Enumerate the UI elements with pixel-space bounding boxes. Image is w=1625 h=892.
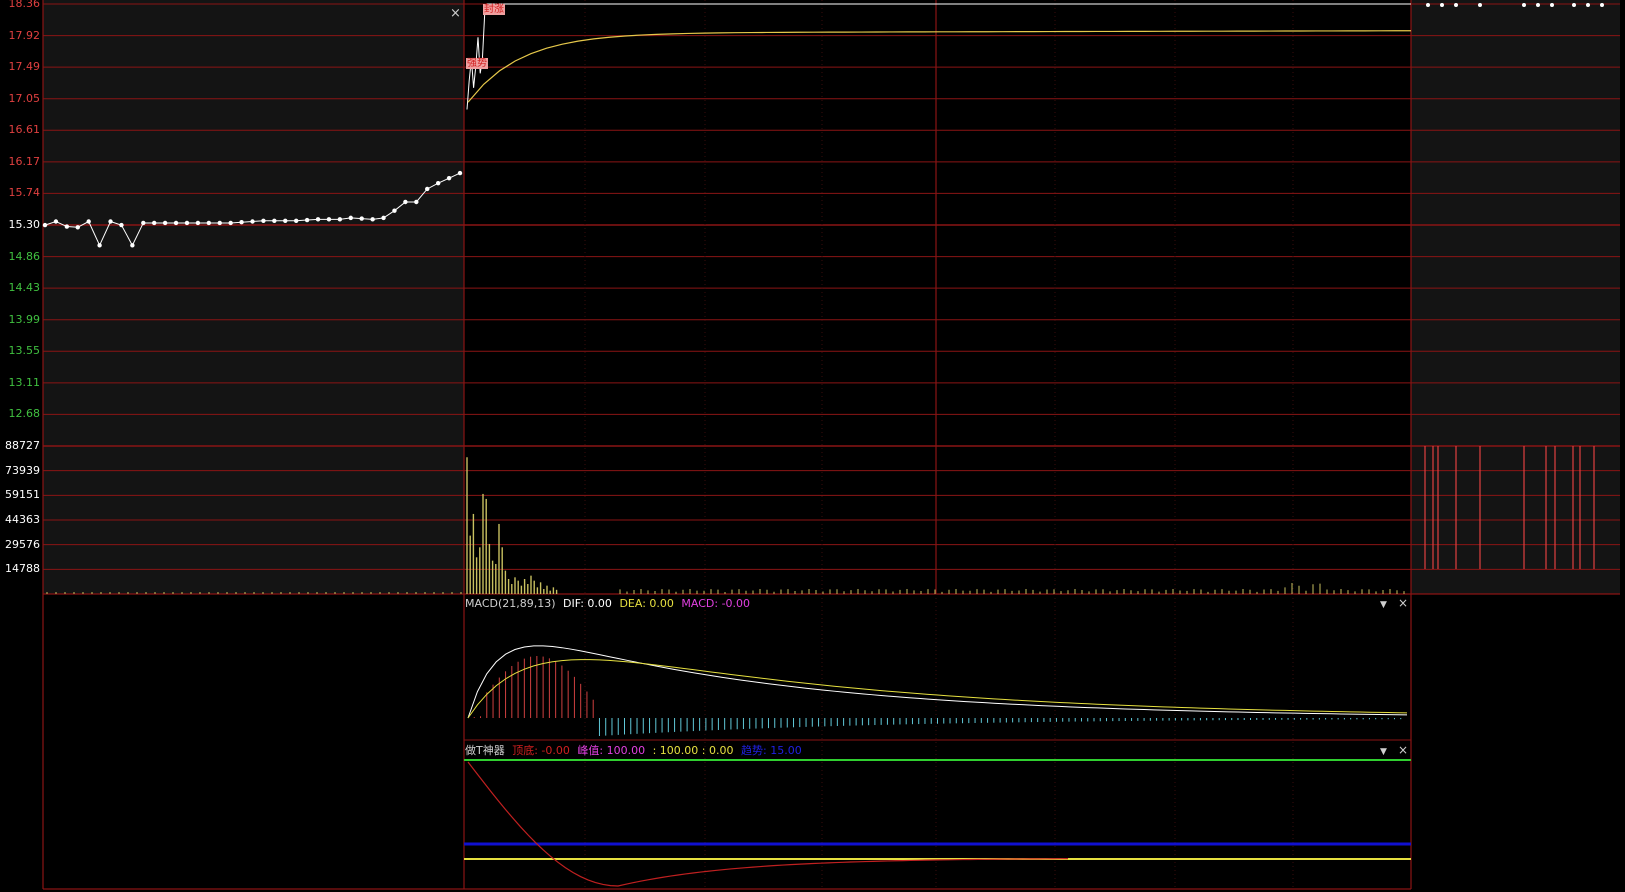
price-point [119,222,124,228]
price-point [392,208,397,213]
next-day-price-point [1426,3,1430,7]
price-point [293,218,299,223]
price-point [446,175,452,181]
price-chart-close-button[interactable]: × [450,7,461,20]
price-axis-label: 17.49 [8,60,41,74]
t-panel-header: 做T神器 顶底: -0.00 峰值: 100.00 : 100.00 : 0.0… [465,744,806,757]
next-day-price-point [1440,3,1444,7]
t-line-value: 趋势: 15.00 [741,744,802,757]
price-axis-label: 13.11 [8,375,41,389]
price-axis-label: 14.43 [8,281,41,295]
next-day-price-point [1454,3,1458,7]
price-point [457,170,463,176]
volume-axis-label: 59151 [5,488,40,502]
price-point [381,215,386,221]
price-point [239,220,244,225]
price-point [141,220,146,226]
t-red-curve [467,761,1069,887]
price-point [425,186,430,192]
limit-up-tag: 封涨 [483,4,505,15]
volume-axis-label: 44363 [5,513,40,526]
price-point [206,220,212,226]
price-point [42,222,48,228]
macd-indicator-name[interactable]: MACD(21,89,13) [465,597,556,610]
dea-line [467,659,1408,719]
price-point [315,217,321,222]
price-point [195,220,201,226]
price-axis-label: 18.36 [8,0,41,10]
dif-line [467,645,1408,719]
price-point [337,217,343,222]
price-point [261,218,266,223]
price-point [75,225,80,230]
intraday-chart-window: 18.36 17.92 17.49 17.05 16.61 16.17 15.74 15.30… [0,0,1625,892]
next-day-price-point [1478,3,1482,7]
price-axis-label: 12.68 [8,407,41,421]
price-point [53,219,59,224]
price-axis-label: 13.55 [8,344,41,358]
average-price-line [467,30,1412,103]
price-point [228,220,233,226]
macd-macd-value: MACD: -0.00 [681,597,751,610]
price-point [130,243,135,248]
price-point [304,217,310,223]
next-day-background [1411,0,1620,594]
macd-panel-header: MACD(21,89,13) DIF: 0.00 DEA: 0.00 MACD:… [465,597,754,610]
price-point [86,219,91,224]
macd-close-button[interactable]: × [1398,597,1408,609]
volume-axis-label: 29576 [5,537,40,551]
price-point [217,220,222,226]
price-point [435,181,441,186]
price-axis-label: 16.61 [8,123,41,137]
t-peak-value: 峰值: 100.00 [577,744,646,757]
t-indicator-name[interactable]: 做T神器 [465,744,505,757]
t-panel-close-button[interactable]: × [1398,744,1408,756]
price-point [348,215,353,221]
next-day-price-point [1600,3,1604,7]
next-day-price-point [1572,3,1576,7]
next-day-price-point [1522,3,1526,7]
volume-axis-label: 73939 [5,463,40,477]
price-point [184,220,190,226]
price-point [173,220,179,226]
chart-canvas [42,0,1620,890]
price-axis-label: 13.99 [8,312,41,326]
prev-day-background [43,0,464,594]
price-point [370,217,375,222]
t-bottom-value: 顶底: -0.00 [512,744,570,757]
t-values: : 100.00 : 0.00 [652,744,734,757]
next-day-price-point [1550,3,1554,7]
price-point [250,219,255,224]
price-axis-label: 16.17 [8,154,41,168]
price-point [152,220,157,226]
next-day-price-point [1536,3,1540,7]
macd-dif-value: DIF: 0.00 [563,597,612,610]
price-axis-label: 17.05 [8,91,41,105]
volume-axis-label: 14788 [5,562,40,576]
volume-axis-label: 88727 [5,439,40,452]
price-point [414,199,419,205]
price-point [272,218,277,223]
price-point [326,217,332,222]
macd-dea-value: DEA: 0.00 [619,597,674,610]
strong-tag: 强势 [466,58,488,69]
next-day-price-point [1586,3,1590,7]
price-point [283,218,288,223]
price-point [359,216,364,221]
price-point [64,224,70,229]
price-point [403,199,408,205]
price-point [108,219,113,224]
t-panel-dropdown-icon[interactable]: ▼ [1380,747,1387,758]
price-axis-label: 15.74 [8,186,41,200]
price-axis-label: 14.86 [8,249,41,263]
macd-dropdown-icon[interactable]: ▼ [1380,600,1387,611]
price-axis-label: 15.30 [8,218,41,231]
price-axis-label: 17.92 [8,28,41,42]
price-point [97,243,102,248]
today-price-line [466,3,488,110]
price-point [162,220,168,226]
